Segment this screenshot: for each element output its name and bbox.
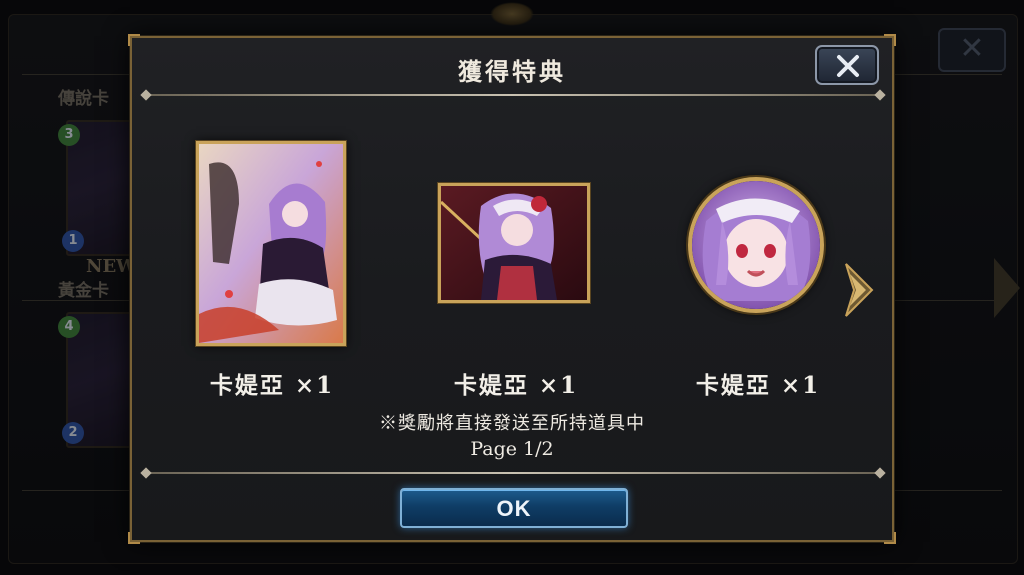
frame-corner xyxy=(128,532,140,544)
ok-button[interactable]: OK xyxy=(400,488,628,528)
reward-emblem-art xyxy=(688,177,824,313)
frame-corner xyxy=(884,532,896,544)
close-button[interactable] xyxy=(815,45,879,85)
chevron-right-icon xyxy=(845,263,874,317)
reward-dialog: 獲得特典 卡媞亞 ×1 卡媞亞 ×1 卡媞亞 ×1 ※獎勵將直接發送至所持道具中… xyxy=(128,34,896,544)
next-page-button[interactable] xyxy=(844,262,874,318)
frame-corner xyxy=(884,34,896,46)
page-indicator: Page 1/2 xyxy=(470,438,554,460)
reward-card-label: 卡媞亞 ×1 xyxy=(209,372,335,399)
dialog-title: 獲得特典 xyxy=(458,57,566,86)
footer-divider xyxy=(148,472,878,474)
reward-card-art xyxy=(196,141,346,346)
reward-emblem-label: 卡媞亞 ×1 xyxy=(695,372,821,399)
close-icon xyxy=(837,55,859,77)
reward-sleeve-art xyxy=(438,183,590,303)
title-divider xyxy=(148,94,878,96)
frame-corner xyxy=(128,34,140,46)
reward-notice: ※獎勵將直接發送至所持道具中 xyxy=(379,413,645,434)
reward-sleeve-label: 卡媞亞 ×1 xyxy=(453,372,579,399)
